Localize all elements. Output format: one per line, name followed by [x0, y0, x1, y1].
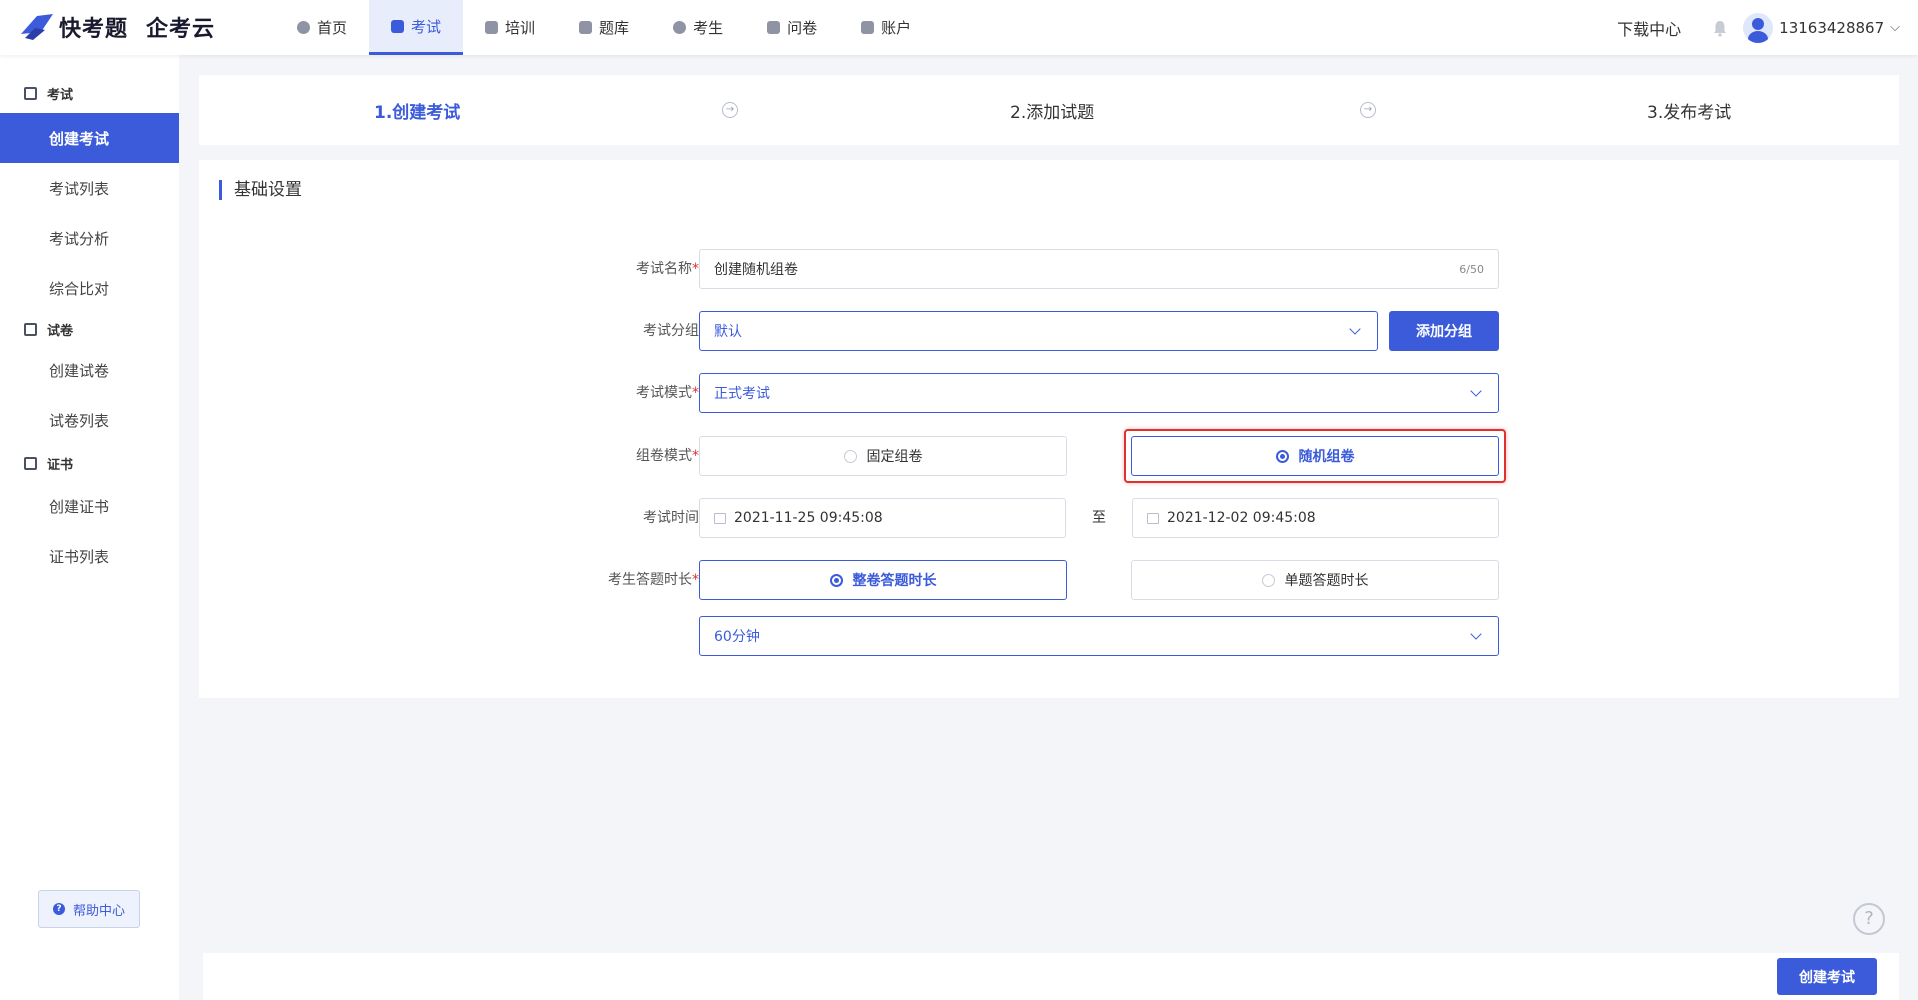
label-exam-mode: 考试模式*	[636, 385, 699, 401]
label-duration: 考生答题时长*	[608, 572, 699, 588]
main-nav: 首页 考试 培训 题库 考生 问卷 账户	[275, 0, 933, 55]
sidebar-item-exam-analysis[interactable]: 考试分析	[0, 213, 179, 263]
home-icon	[297, 21, 310, 34]
paper-group-icon	[24, 322, 37, 336]
nav-item-account[interactable]: 账户	[839, 0, 933, 55]
header-right: 下载中心 13163428867 ⌵	[1617, 0, 1900, 55]
row-paper-mode: 组卷模式* 固定组卷 随机组卷	[199, 429, 1899, 483]
chevron-down-icon	[1470, 627, 1482, 640]
exam-name-input[interactable]: 创建随机组卷 6/50	[699, 249, 1499, 289]
exam-group-select[interactable]: 默认	[699, 311, 1378, 351]
calendar-icon	[1147, 512, 1159, 524]
calendar-icon	[714, 512, 726, 524]
exam-group-icon	[24, 86, 37, 100]
duration-select[interactable]: 60分钟	[699, 616, 1499, 656]
whole-paper-duration-option[interactable]: 整卷答题时长	[699, 560, 1067, 600]
nav-item-candidate[interactable]: 考生	[651, 0, 745, 55]
survey-icon	[767, 21, 781, 34]
brand-name: 快考题	[59, 17, 129, 42]
nav-item-exam[interactable]: 考试	[369, 0, 464, 55]
sidebar-group-paper: 试卷	[0, 313, 179, 345]
certificate-group-icon	[24, 456, 37, 470]
row-exam-group: 考试分组 默认 添加分组	[199, 311, 1899, 351]
radio-selected-icon	[829, 573, 843, 587]
sidebar-item-create-certificate[interactable]: 创建证书	[0, 481, 179, 531]
training-icon	[485, 21, 499, 34]
sidebar: 考试 创建考试 考试列表 考试分析 综合比对 试卷 创建试卷 试卷列表 证书 创…	[0, 55, 179, 1000]
bottom-action-bar: 创建考试	[203, 953, 1899, 1000]
sidebar-group-certificate: 证书	[0, 445, 179, 481]
chevron-down-icon	[1349, 322, 1361, 335]
question-icon: ?	[52, 903, 65, 915]
sidebar-item-comparison[interactable]: 综合比对	[0, 263, 179, 313]
step-create-exam[interactable]: 1.创建考试	[374, 75, 460, 145]
basic-settings-card: 基础设置 考试名称* 创建随机组卷 6/50 考试分组 默认 添加分组 考试模式…	[199, 160, 1899, 698]
chevron-down-icon[interactable]: ⌵	[1890, 20, 1900, 35]
label-exam-name: 考试名称*	[636, 261, 699, 277]
radio-icon	[843, 449, 857, 463]
step-bar: 1.创建考试 → 2.添加试题 → 3.发布考试	[199, 75, 1899, 145]
arrow-right-icon: →	[722, 102, 738, 118]
avatar[interactable]	[1743, 12, 1774, 43]
exam-mode-select[interactable]: 正式考试	[699, 373, 1499, 413]
help-question-button[interactable]: ?	[1853, 903, 1885, 935]
sidebar-item-paper-list[interactable]: 试卷列表	[0, 395, 179, 445]
download-center-link[interactable]: 下载中心	[1617, 16, 1681, 40]
bell-icon[interactable]	[1711, 19, 1729, 37]
sidebar-item-exam-list[interactable]: 考试列表	[0, 163, 179, 213]
fixed-paper-option[interactable]: 固定组卷	[699, 436, 1067, 476]
create-exam-button[interactable]: 创建考试	[1777, 958, 1877, 995]
user-phone[interactable]: 13163428867	[1779, 19, 1884, 37]
start-time-input[interactable]: 2021-11-25 09:45:08	[699, 498, 1066, 538]
top-bar: 快考题 企考云 首页 考试 培训 题库 考生 问卷 账户 下载中心 131634…	[0, 0, 1918, 55]
step-add-questions[interactable]: 2.添加试题	[1010, 75, 1094, 145]
exam-icon	[391, 19, 405, 33]
sidebar-item-create-exam[interactable]: 创建考试	[0, 113, 179, 163]
nav-item-home[interactable]: 首页	[275, 0, 369, 55]
row-duration-mode: 考生答题时长* 整卷答题时长 单题答题时长	[199, 560, 1899, 600]
label-exam-time: 考试时间	[643, 510, 699, 526]
sidebar-item-create-paper[interactable]: 创建试卷	[0, 345, 179, 395]
arrow-right-icon: →	[1360, 102, 1376, 118]
nav-item-survey[interactable]: 问卷	[745, 0, 839, 55]
logo[interactable]: 快考题 企考云	[19, 12, 215, 42]
account-icon	[861, 21, 875, 34]
question-bank-icon	[579, 21, 593, 34]
per-question-duration-option[interactable]: 单题答题时长	[1131, 560, 1499, 600]
row-duration-value: 60分钟	[199, 616, 1899, 656]
highlight-box	[1124, 429, 1506, 483]
row-exam-mode: 考试模式* 正式考试	[199, 373, 1899, 413]
step-publish-exam[interactable]: 3.发布考试	[1647, 75, 1731, 145]
add-group-button[interactable]: 添加分组	[1389, 311, 1499, 351]
help-center-button[interactable]: ? 帮助中心	[38, 890, 140, 928]
label-paper-mode: 组卷模式*	[636, 448, 699, 464]
row-exam-name: 考试名称* 创建随机组卷 6/50	[199, 249, 1899, 289]
logo-mark-icon	[21, 14, 53, 40]
row-exam-time: 考试时间 2021-11-25 09:45:08 至 2021-12-02 09…	[199, 498, 1899, 538]
label-exam-group: 考试分组	[643, 323, 699, 339]
sidebar-group-exam: 考试	[0, 73, 179, 113]
sidebar-item-certificate-list[interactable]: 证书列表	[0, 531, 179, 581]
nav-item-question-bank[interactable]: 题库	[557, 0, 651, 55]
end-time-input[interactable]: 2021-12-02 09:45:08	[1132, 498, 1499, 538]
range-separator: 至	[1092, 510, 1106, 526]
candidate-icon	[673, 21, 687, 34]
chevron-down-icon	[1470, 384, 1482, 397]
char-counter: 6/50	[1459, 262, 1484, 276]
radio-icon	[1261, 573, 1275, 587]
nav-item-training[interactable]: 培训	[463, 0, 557, 55]
brand-sub: 企考云	[146, 17, 216, 42]
section-title: 基础设置	[219, 180, 302, 200]
